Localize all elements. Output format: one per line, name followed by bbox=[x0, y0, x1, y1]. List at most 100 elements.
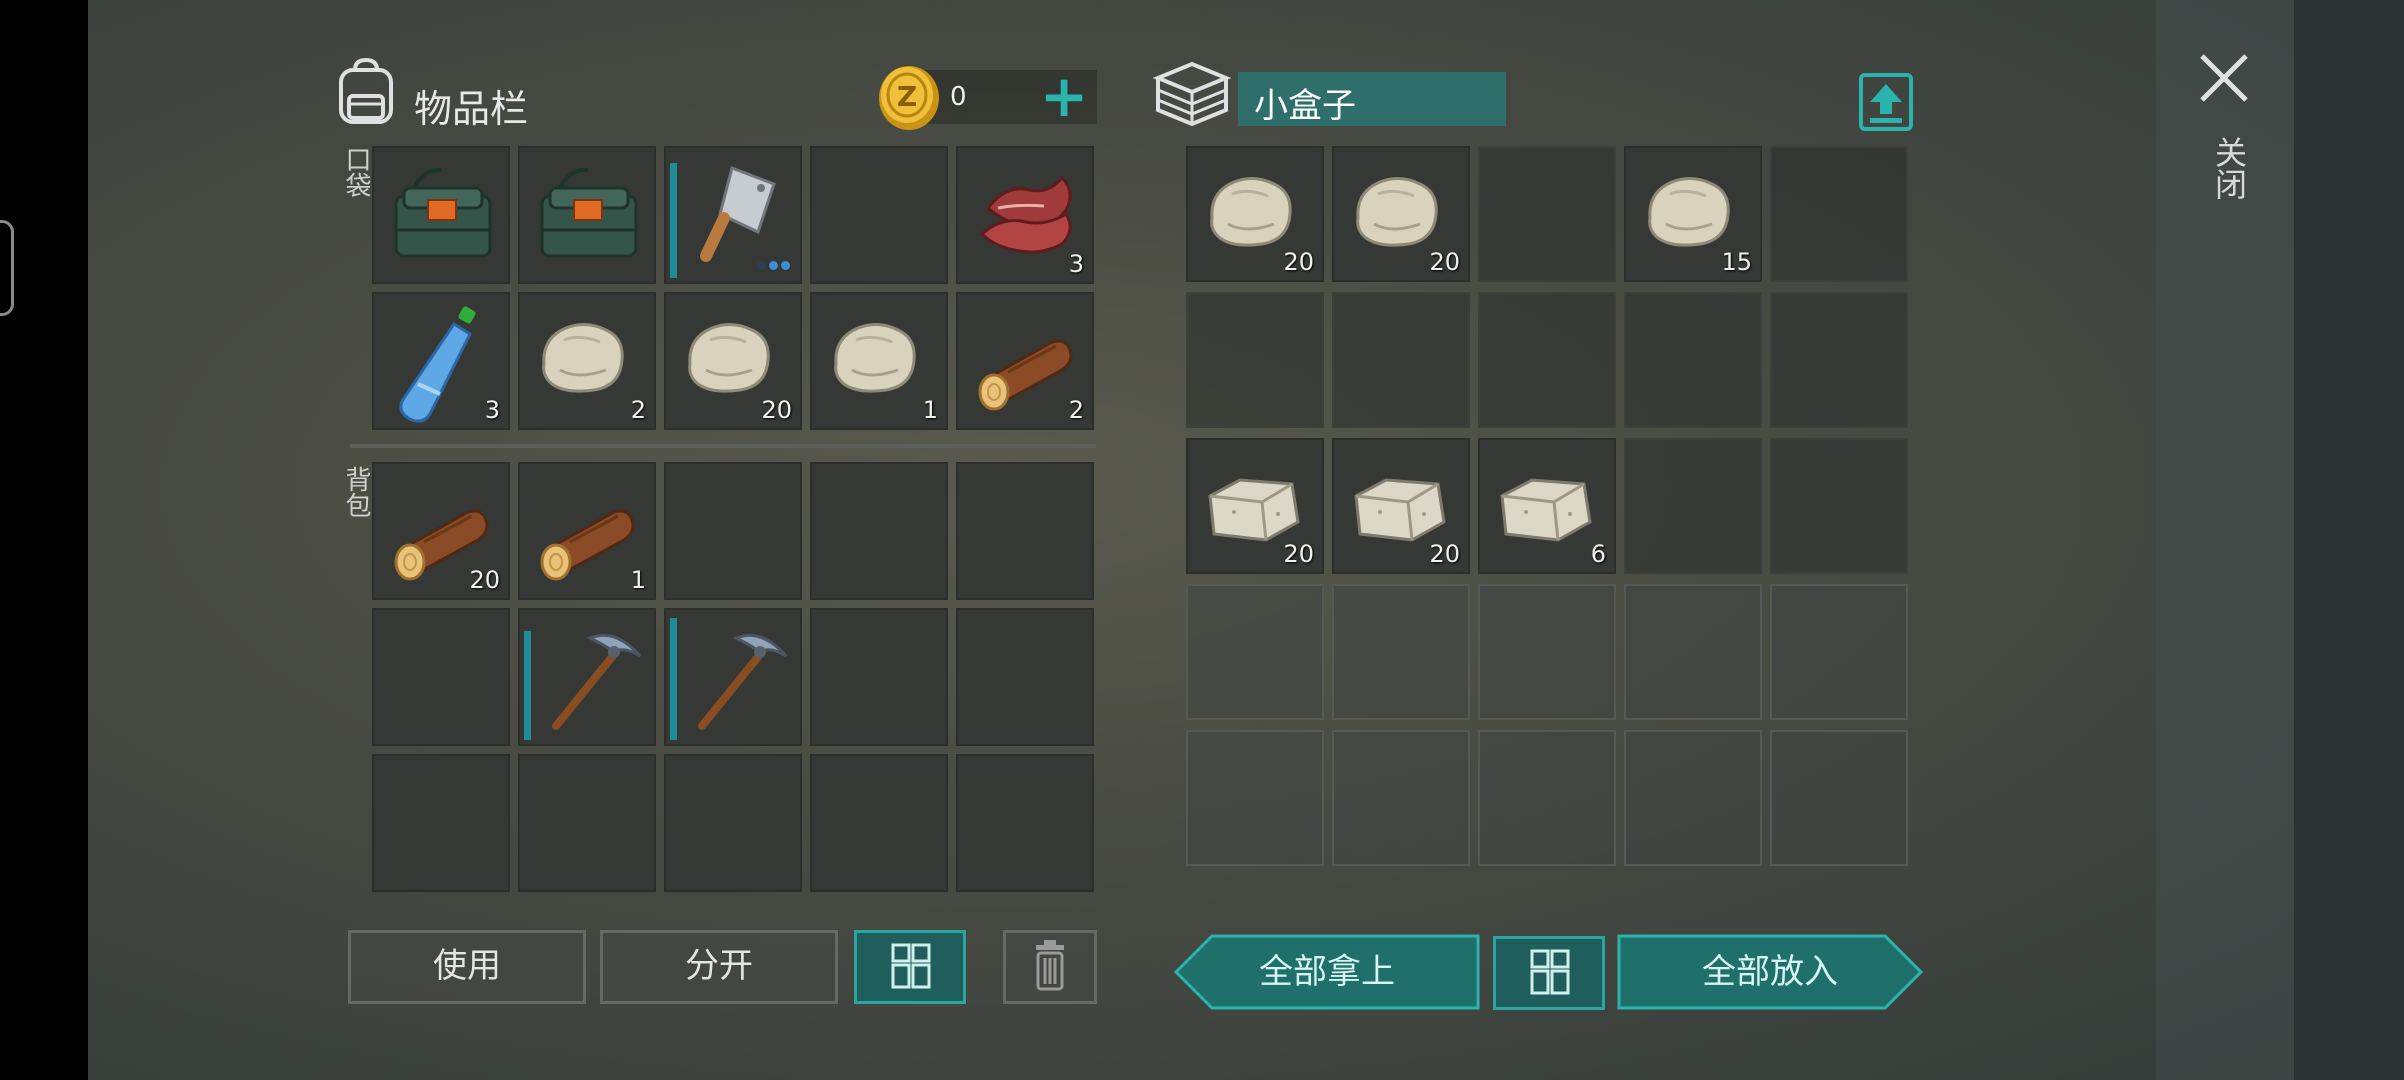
item-quantity: 20 bbox=[1283, 248, 1314, 276]
backpack-slot[interactable] bbox=[518, 608, 656, 746]
pocket-slot[interactable] bbox=[810, 146, 948, 284]
pickaxe-icon bbox=[698, 633, 788, 730]
backpack-slot[interactable] bbox=[664, 462, 802, 600]
grid-icon bbox=[891, 943, 931, 989]
container-slot[interactable] bbox=[1770, 438, 1908, 574]
container-slot[interactable] bbox=[1624, 438, 1762, 574]
container-slot[interactable] bbox=[1624, 292, 1762, 428]
pocket-slot[interactable] bbox=[664, 146, 802, 284]
pickaxe-icon bbox=[552, 633, 642, 730]
svg-text:Z: Z bbox=[897, 80, 917, 113]
item-quantity: 20 bbox=[1429, 248, 1460, 276]
item-quantity: 20 bbox=[1429, 540, 1460, 568]
sort-container-button[interactable] bbox=[1493, 936, 1605, 1010]
pocket-label: 口袋 bbox=[341, 146, 371, 198]
backpack-slot[interactable] bbox=[810, 754, 948, 892]
container-slot[interactable]: 20 bbox=[1332, 146, 1470, 282]
backpack-slot[interactable] bbox=[664, 754, 802, 892]
pocket-slot[interactable] bbox=[518, 146, 656, 284]
item-quantity: 20 bbox=[469, 566, 500, 594]
container-slot[interactable] bbox=[1478, 292, 1616, 428]
durability-bar bbox=[670, 163, 677, 278]
container-slot[interactable] bbox=[1332, 584, 1470, 720]
backpack-slot[interactable] bbox=[372, 754, 510, 892]
trash-icon bbox=[1036, 940, 1064, 991]
item-quantity: 1 bbox=[922, 396, 938, 424]
container-slot[interactable] bbox=[1478, 146, 1616, 282]
container-slot[interactable] bbox=[1770, 730, 1908, 866]
backpack-label: 背包 bbox=[341, 466, 371, 518]
pocket-slot[interactable]: 3 bbox=[372, 292, 510, 430]
pocket-slot[interactable]: 1 bbox=[810, 292, 948, 430]
pocket-slot[interactable]: 2 bbox=[518, 292, 656, 430]
item-quantity: 20 bbox=[1283, 540, 1314, 568]
item-quantity: 20 bbox=[761, 396, 792, 424]
put-all-label: 全部放入 bbox=[1702, 952, 1838, 992]
close-label[interactable]: 关闭 bbox=[2206, 136, 2252, 200]
backpack-slot[interactable] bbox=[956, 608, 1094, 746]
coin-value: 0 bbox=[950, 82, 967, 112]
use-button[interactable]: 使用 bbox=[348, 930, 586, 1004]
put-all-button[interactable]: 全部放入 bbox=[1617, 934, 1923, 1010]
container-slot[interactable] bbox=[1186, 292, 1324, 428]
upload-icon[interactable] bbox=[1858, 72, 1914, 132]
item-quantity: 2 bbox=[1068, 396, 1084, 424]
coin-icon: Z bbox=[879, 66, 939, 130]
container-slot[interactable] bbox=[1478, 730, 1616, 866]
container-grid: 20 20 15 20 20 6 bbox=[1186, 146, 1908, 866]
close-icon[interactable] bbox=[2196, 50, 2252, 106]
backpack-slot[interactable] bbox=[956, 754, 1094, 892]
backpack-grid: 20 1 bbox=[372, 462, 1094, 892]
pocket-slot[interactable]: 2 bbox=[956, 292, 1094, 430]
container-slot[interactable] bbox=[1478, 584, 1616, 720]
storage-box-icon bbox=[1152, 61, 1232, 127]
item-quantity: 1 bbox=[630, 566, 646, 594]
container-slot[interactable] bbox=[1186, 584, 1324, 720]
military-bag-icon bbox=[394, 167, 492, 258]
backpack-slot[interactable] bbox=[810, 608, 948, 746]
backpack-slot[interactable] bbox=[956, 462, 1094, 600]
container-slot[interactable] bbox=[1770, 292, 1908, 428]
pocket-slot[interactable]: 20 bbox=[664, 292, 802, 430]
backpack-icon bbox=[339, 57, 393, 124]
container-slot[interactable] bbox=[1186, 730, 1324, 866]
durability-bar bbox=[670, 618, 677, 740]
item-quantity: 15 bbox=[1721, 248, 1752, 276]
container-slot[interactable]: 20 bbox=[1186, 146, 1324, 282]
military-bag-icon bbox=[540, 167, 638, 258]
container-slot[interactable]: 6 bbox=[1478, 438, 1616, 574]
pocket-slot[interactable] bbox=[372, 146, 510, 284]
container-slot[interactable] bbox=[1332, 730, 1470, 866]
sort-inventory-button[interactable] bbox=[854, 930, 966, 1004]
container-slot[interactable] bbox=[1624, 730, 1762, 866]
backpack-slot[interactable]: 1 bbox=[518, 462, 656, 600]
take-all-button[interactable]: 全部拿上 bbox=[1174, 934, 1480, 1010]
add-coins-button[interactable]: + bbox=[1036, 66, 1092, 126]
take-all-label: 全部拿上 bbox=[1259, 952, 1395, 992]
trash-button[interactable] bbox=[1003, 930, 1097, 1004]
item-quantity: 3 bbox=[1068, 250, 1084, 278]
pocket-slot[interactable]: 3 bbox=[956, 146, 1094, 284]
container-slot[interactable] bbox=[1332, 292, 1470, 428]
backpack-slot[interactable] bbox=[810, 462, 948, 600]
container-name-field[interactable]: 小盒子 bbox=[1238, 72, 1506, 126]
game-screen: 物品栏 Z 0 + 口袋 背包 3 3 2 20 1 2 20 1 小盒子 20 20 15 20… bbox=[0, 0, 2404, 1080]
item-quantity: 3 bbox=[484, 396, 500, 424]
backpack-slot[interactable] bbox=[372, 608, 510, 746]
section-divider bbox=[350, 444, 1096, 448]
container-slot[interactable]: 20 bbox=[1186, 438, 1324, 574]
container-slot[interactable] bbox=[1770, 146, 1908, 282]
item-quantity: 2 bbox=[630, 396, 646, 424]
container-slot[interactable]: 20 bbox=[1332, 438, 1470, 574]
backpack-slot[interactable]: 20 bbox=[372, 462, 510, 600]
side-handle[interactable] bbox=[0, 220, 14, 316]
container-slot[interactable]: 15 bbox=[1624, 146, 1762, 282]
container-slot[interactable] bbox=[1624, 584, 1762, 720]
quality-dots bbox=[754, 255, 790, 274]
backpack-slot[interactable] bbox=[664, 608, 802, 746]
pocket-grid: 3 3 2 20 1 2 bbox=[372, 146, 1094, 430]
backpack-slot[interactable] bbox=[518, 754, 656, 892]
container-slot[interactable] bbox=[1770, 584, 1908, 720]
durability-bar bbox=[524, 631, 531, 740]
split-button[interactable]: 分开 bbox=[600, 930, 838, 1004]
